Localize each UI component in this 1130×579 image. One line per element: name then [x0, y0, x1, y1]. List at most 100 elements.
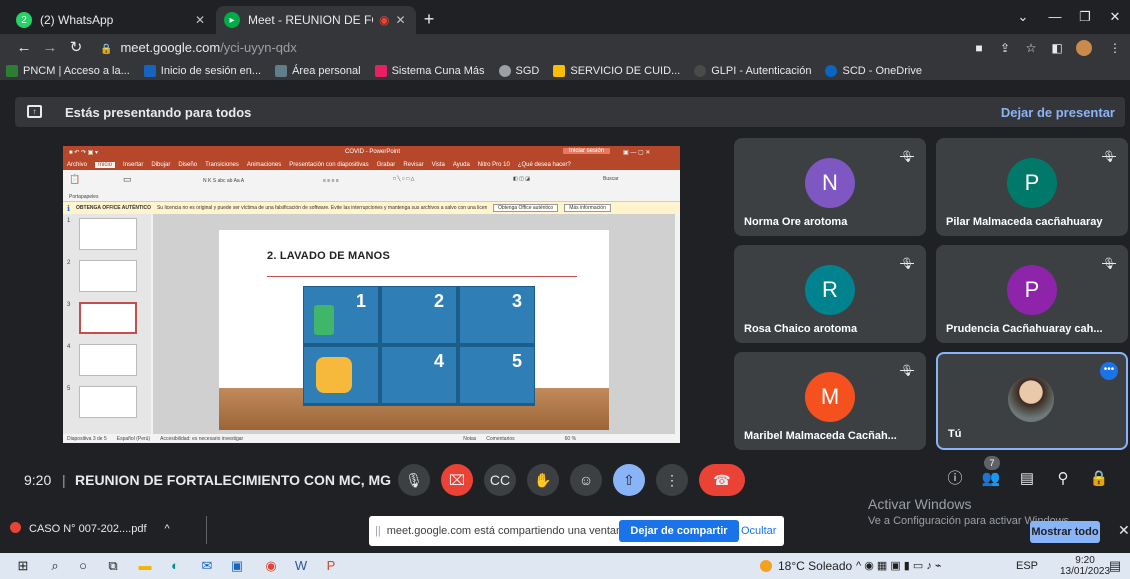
participant-tile[interactable]: M 🎙 Maribel Malmaceda Cacñah...	[734, 352, 926, 450]
raise-hand-button[interactable]: ✋	[527, 464, 559, 496]
taskbar-clock[interactable]: 9:20 13/01/2023	[1060, 555, 1110, 577]
participant-name: Norma Ore arotoma	[744, 216, 848, 228]
task-view-icon[interactable]: ⧉	[104, 557, 122, 575]
signin-button: Iniciar sesión	[563, 148, 611, 154]
more-options-icon[interactable]: •••	[1100, 362, 1118, 380]
paste-icon: 📋	[69, 174, 81, 184]
participant-tile-self[interactable]: ••• Tú	[936, 352, 1128, 450]
more-options-button[interactable]: ⋮	[656, 464, 688, 496]
reload-icon[interactable]: ↻	[66, 38, 86, 58]
bookmark-pncm[interactable]: PNCM | Acceso a la...	[6, 65, 130, 77]
slide-thumbnails: 1 2 3 4 5	[63, 214, 151, 434]
powerpoint-icon[interactable]: P	[322, 557, 340, 575]
present-button[interactable]: ⇧	[613, 464, 645, 496]
bookmark-icon	[694, 65, 707, 77]
license-warning-bar: ℹ OBTENGA OFFICE AUTÉNTICO Su licencia n…	[63, 202, 680, 214]
store-icon[interactable]: ▣	[228, 557, 246, 575]
get-office-button: Obtenga Office auténtico	[492, 204, 559, 212]
mail-icon[interactable]: ✉	[198, 557, 216, 575]
file-explorer-icon[interactable]: ▬	[136, 557, 154, 575]
download-item[interactable]: CASO N° 007-202....pdf ^	[10, 522, 170, 535]
minimize-button[interactable]: —	[1040, 6, 1070, 28]
chevron-up-icon[interactable]: ^	[165, 523, 170, 535]
mic-muted-icon: 🎙	[900, 258, 914, 270]
cortana-icon[interactable]: ○	[74, 557, 92, 575]
restore-button[interactable]: ❐	[1070, 6, 1100, 28]
language-indicator[interactable]: ESP	[1016, 560, 1038, 572]
chat-icon[interactable]: ▤	[1016, 468, 1038, 490]
happy-face-icon	[303, 346, 379, 404]
bookmark-glpi[interactable]: GLPI - Autenticación	[694, 65, 811, 77]
mic-button[interactable]: 🎙	[398, 464, 430, 496]
bookmark-label: PNCM | Acceso a la...	[23, 65, 130, 77]
address-bar[interactable]: 🔒 meet.google.com/yci-uyyn-qdx	[100, 38, 940, 58]
participant-name: Maribel Malmaceda Cacñah...	[744, 430, 897, 442]
meeting-info-icon[interactable]: ⓘ	[944, 468, 966, 490]
meeting-name: REUNION DE FORTALECIMIENTO CON MC, MG	[75, 472, 392, 488]
participant-tile[interactable]: P 🎙 Prudencia Cacñahuaray cah...	[936, 245, 1128, 343]
windows-start-icon[interactable]: ⊞	[14, 557, 32, 575]
ribbon-tab: Presentación con diapositivas	[289, 161, 369, 168]
emoji-button[interactable]: ☺	[570, 464, 602, 496]
thumb-number: 3	[67, 302, 71, 308]
bookmark-servicio[interactable]: SERVICIO DE CUID...	[553, 65, 680, 77]
stop-presenting-button[interactable]: Dejar de presentar	[1001, 105, 1115, 120]
forward-icon[interactable]: →	[40, 38, 60, 58]
bookmark-inicio-sesion[interactable]: Inicio de sesión en...	[143, 65, 262, 77]
tab-whatsapp[interactable]: 2 (2) WhatsApp ✕	[8, 6, 213, 34]
camera-icon[interactable]: ■	[972, 41, 986, 55]
new-tab-button[interactable]: +	[418, 9, 440, 31]
people-icon[interactable]: 👥	[980, 468, 1002, 490]
thumb-number: 1	[67, 218, 71, 224]
share-icon[interactable]: ⇪	[998, 41, 1012, 55]
close-window-button[interactable]: ✕	[1100, 6, 1130, 28]
participant-tile[interactable]: P 🎙 Pilar Malmaceda cacñahuaray	[936, 138, 1128, 236]
tab-label: Meet - REUNION DE FORTAL	[248, 13, 373, 27]
show-all-button[interactable]: Mostrar todo	[1030, 521, 1100, 543]
weather-widget[interactable]: 18°C Soleado	[760, 559, 852, 573]
bookmark-area-personal[interactable]: Área personal	[275, 65, 361, 77]
soap-bottle	[314, 305, 334, 335]
close-icon[interactable]: ✕	[395, 13, 405, 27]
hide-button[interactable]: Ocultar	[741, 525, 776, 537]
host-controls-icon[interactable]: 🔒	[1088, 468, 1110, 490]
star-icon[interactable]: ☆	[1024, 41, 1038, 55]
word-icon[interactable]: W	[292, 557, 310, 575]
shared-screen: ■ ↶ ↷ ▣ ▾ COVID - PowerPoint Iniciar ses…	[63, 146, 680, 443]
bookmark-sgd[interactable]: SGD	[498, 65, 539, 77]
globe-icon	[498, 65, 511, 77]
stop-sharing-button[interactable]: Dejar de compartir	[619, 520, 739, 542]
participant-tile[interactable]: N 🎙 Norma Ore arotoma	[734, 138, 926, 236]
bookmark-label: SERVICIO DE CUID...	[570, 65, 681, 77]
drawing-shapes: □ ╲ ○ □ △	[393, 176, 415, 182]
step-number: 2	[434, 291, 445, 311]
close-icon[interactable]: ✕	[195, 13, 205, 27]
ribbon-tab: Animaciones	[246, 161, 282, 168]
activities-icon[interactable]: ⚲	[1052, 468, 1074, 490]
sidepanel-icon[interactable]: ◧	[1050, 41, 1064, 55]
participant-name: Rosa Chaico arotoma	[744, 323, 858, 335]
camera-off-button[interactable]: ⌧	[441, 464, 473, 496]
slide-canvas: 2. LAVADO DE MANOS 1 2 3 4 5	[153, 214, 675, 434]
search-icon[interactable]: ⌕	[46, 557, 64, 575]
bookmark-label: Inicio de sesión en...	[160, 65, 262, 77]
close-icon[interactable]: ✕	[1118, 522, 1130, 539]
profile-avatar[interactable]	[1076, 40, 1092, 56]
tab-meet[interactable]: ▸ Meet - REUNION DE FORTAL ◉ ✕	[216, 6, 416, 34]
notifications-icon[interactable]: ▤	[1106, 557, 1124, 575]
thumb-number: 5	[67, 386, 71, 392]
activate-windows-title: Activar Windows	[868, 496, 972, 512]
participant-tile[interactable]: R 🎙 Rosa Chaico arotoma	[734, 245, 926, 343]
edge-icon[interactable]: ◐	[166, 557, 184, 575]
chrome-icon[interactable]: ◉	[262, 557, 280, 575]
slide-thumbnail	[79, 344, 137, 376]
tab-search-icon[interactable]: ⌄	[1008, 6, 1038, 28]
captions-button[interactable]: CC	[484, 464, 516, 496]
bookmark-cuna-mas[interactable]: Sistema Cuna Más	[374, 65, 485, 77]
bookmark-onedrive[interactable]: SCD - OneDrive	[825, 65, 922, 77]
system-tray[interactable]: ^ ◉ ▦ ▣ ▮ ▭ ♪ ⌁	[856, 559, 942, 572]
back-icon[interactable]: ←	[14, 38, 34, 58]
menu-icon[interactable]: ⋮	[1108, 41, 1122, 55]
browser-tab-strip: 2 (2) WhatsApp ✕ ▸ Meet - REUNION DE FOR…	[0, 0, 1130, 34]
leave-call-button[interactable]: ☎	[699, 464, 745, 496]
